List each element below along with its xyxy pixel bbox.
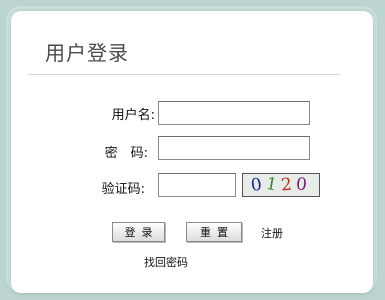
register-link[interactable]: 注册 [261, 225, 283, 241]
reset-button[interactable]: 重置 [186, 222, 242, 242]
page-title: 用户登录 [45, 41, 129, 65]
captcha-image[interactable]: 0 1 2 0 [242, 173, 320, 197]
captcha-char: 2 [280, 174, 297, 196]
login-button[interactable]: 登录 [112, 222, 165, 242]
captcha-char: 0 [294, 174, 312, 196]
title-divider [28, 74, 340, 75]
captcha-input[interactable] [158, 173, 236, 197]
username-label: 用户名: [111, 108, 155, 123]
forgot-password-link[interactable]: 找回密码 [144, 254, 188, 270]
captcha-label: 验证码: [101, 182, 145, 197]
username-input[interactable] [158, 101, 310, 125]
password-input[interactable] [158, 136, 310, 160]
password-label: 密 码: [104, 146, 148, 161]
